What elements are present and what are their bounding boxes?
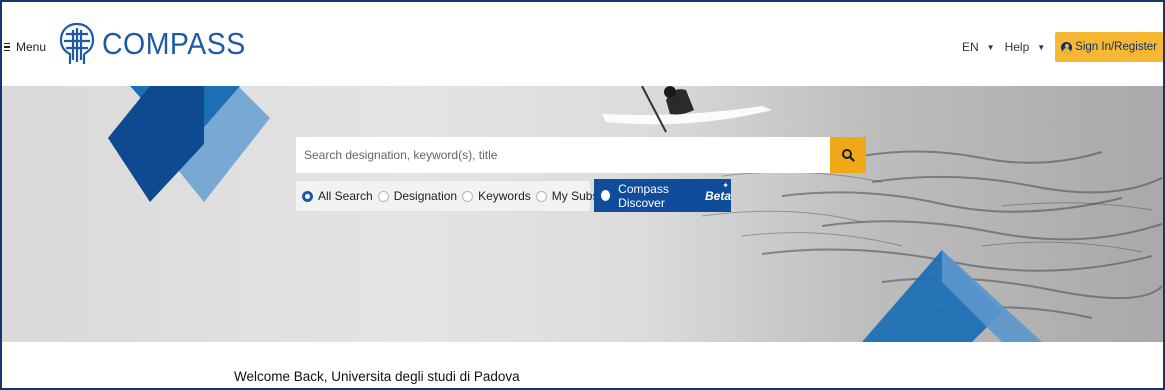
search-scope-options: All Search Designation Keywords My Subsc… xyxy=(296,181,637,211)
astm-emblem-icon xyxy=(59,22,95,64)
hamburger-icon xyxy=(4,42,10,52)
header-actions: EN ▼ Help ▼ Sign In/Register xyxy=(962,32,1163,62)
dark-blue-diamond-shape xyxy=(108,86,204,202)
search-input[interactable] xyxy=(296,137,830,173)
help-label: Help xyxy=(1004,40,1030,54)
search-button[interactable] xyxy=(830,137,866,173)
radio-icon xyxy=(377,190,389,202)
menu-button[interactable]: Menu xyxy=(4,40,46,54)
radio-selected-icon xyxy=(302,190,313,202)
welcome-message: Welcome Back, Universita degli studi di … xyxy=(234,369,520,384)
sign-in-button[interactable]: Sign In/Register xyxy=(1055,32,1163,62)
search-icon xyxy=(842,149,855,162)
astm-compass-logo[interactable]: COMPASS xyxy=(58,22,258,66)
caret-down-icon: ▼ xyxy=(986,42,995,52)
sparkle-icon: ✦ xyxy=(722,181,729,190)
option-designation[interactable]: Designation xyxy=(377,189,457,203)
option-keywords[interactable]: Keywords xyxy=(462,189,531,203)
language-label: EN xyxy=(961,40,979,54)
caret-down-icon: ▼ xyxy=(1037,42,1046,52)
radio-icon xyxy=(535,190,547,202)
discover-label: Compass Discover xyxy=(618,181,669,210)
kayaker-silhouette xyxy=(602,86,772,133)
hero-banner: All Search Designation Keywords My Subsc… xyxy=(2,86,1163,342)
radio-icon xyxy=(462,190,474,202)
option-all-search[interactable]: All Search xyxy=(302,189,373,203)
help-menu[interactable]: Help ▼ xyxy=(1005,40,1046,54)
sign-in-label: Sign In/Register xyxy=(1075,41,1157,53)
compass-discover-option[interactable]: Compass Discover Beta ✦ xyxy=(594,179,731,212)
beta-badge: Beta xyxy=(704,188,731,203)
user-icon xyxy=(1061,41,1073,53)
page-frame: Menu COMPASS EN ▼ Help ▼ Sign In/Registe… xyxy=(0,0,1165,390)
language-selector[interactable]: EN ▼ xyxy=(962,40,995,54)
radio-icon xyxy=(601,190,611,201)
menu-label: Menu xyxy=(16,40,47,54)
site-header: Menu COMPASS EN ▼ Help ▼ Sign In/Registe… xyxy=(2,2,1163,86)
hero-background-art xyxy=(108,86,1163,342)
brand-name: COMPASS xyxy=(102,26,246,61)
